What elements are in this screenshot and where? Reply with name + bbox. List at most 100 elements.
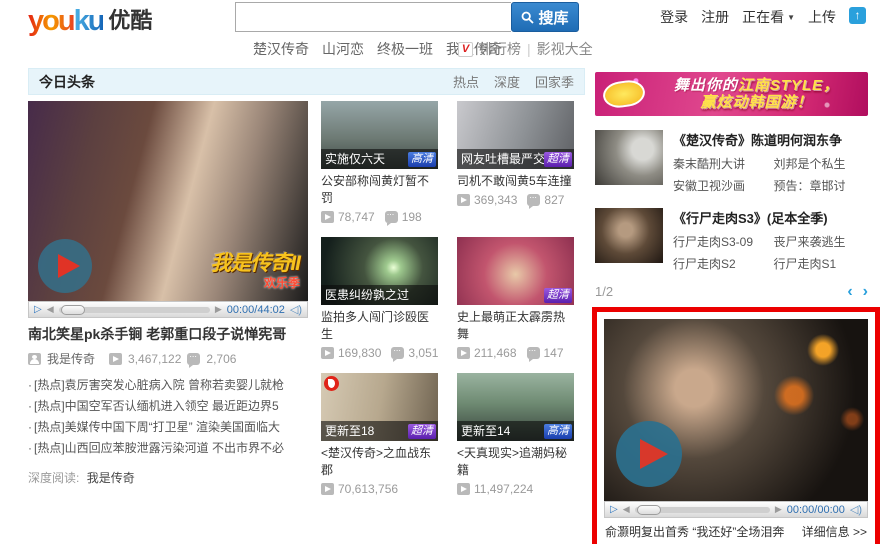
feature-title[interactable]: 南北笑星pk杀手锏 老郭重口段子说惮宪哥: [28, 324, 308, 344]
ranking-link[interactable]: 排行榜: [479, 39, 521, 59]
tab-homecoming[interactable]: 回家季: [535, 72, 574, 91]
play-icon[interactable]: ▷: [610, 504, 618, 515]
video-thumbnail[interactable]: 超清: [457, 237, 574, 305]
keyword-link[interactable]: 终极一班: [377, 39, 433, 59]
uploader-icon: [28, 352, 41, 365]
show-thumbnail[interactable]: [595, 130, 663, 185]
play-count-icon: [321, 483, 334, 495]
play-count-icon: [321, 211, 334, 223]
prev-page-icon[interactable]: ‹: [847, 283, 852, 299]
ad-line1-highlight: 江南STYLE，: [737, 77, 840, 94]
tab-hot[interactable]: 热点: [453, 72, 479, 91]
upload-link[interactable]: 上传: [808, 7, 836, 27]
news-item[interactable]: · [热点]美媒传中国下周“打卫星” 渲染美国面临大: [28, 417, 308, 438]
main-content: 今日头条 热点 深度 回家季 我是传奇II 欢乐季 ▷ ◀ ▶ 00:00/44…: [0, 62, 892, 544]
page-indicator: 1/2: [595, 284, 614, 299]
quality-badge: 高清: [544, 424, 572, 439]
play-count: 369,343: [474, 193, 518, 207]
play-icon[interactable]: ▷: [34, 304, 42, 315]
ad-banner[interactable]: 舞出你的江南STYLE， 赢炫动韩国游！: [595, 72, 868, 116]
show-link[interactable]: 安徽卫视沙画: [673, 177, 768, 194]
show-thumbnail[interactable]: [595, 208, 663, 263]
video-card: 医患纠纷孰之过 监拍多人闯门诊殴医生 169,830 3,051: [321, 237, 438, 362]
thumbnail-caption: 医患纠纷孰之过: [321, 285, 438, 305]
register-link[interactable]: 注册: [701, 7, 729, 27]
video-thumbnail[interactable]: 医患纠纷孰之过: [321, 237, 438, 305]
feature-stats: 我是传奇 3,467,122 2,706: [28, 349, 308, 368]
seek-handle[interactable]: [636, 504, 661, 515]
seek-bar[interactable]: [58, 304, 210, 315]
keyword-link[interactable]: 山河恋: [322, 39, 364, 59]
divider: |: [527, 41, 531, 57]
ranking-icon: V: [458, 41, 473, 57]
show-title[interactable]: 《楚汉传奇》陈道明何润东争: [673, 130, 868, 149]
search-input[interactable]: [235, 2, 511, 32]
video-title[interactable]: <楚汉传奇>之血战东郡: [321, 445, 438, 479]
feature-thumbnail[interactable]: 我是传奇II 欢乐季: [28, 101, 308, 301]
show-link[interactable]: 刘邦是个私生: [774, 155, 869, 172]
watching-dropdown[interactable]: 正在看 ▼: [742, 7, 795, 27]
ad-line1-prefix: 舞出你的: [673, 77, 738, 94]
show-link[interactable]: 行尸走肉S1: [774, 255, 869, 272]
news-item[interactable]: · [热点]山西回应苯胺泄露污染河道 不出市界不必: [28, 438, 308, 459]
keyword-link[interactable]: 楚汉传奇: [253, 39, 309, 59]
video-stats: 78,747 198: [321, 207, 438, 226]
user-menu: 登录 注册 正在看 ▼ 上传 ↑: [660, 7, 866, 27]
tab-depth[interactable]: 深度: [494, 72, 520, 91]
show-link[interactable]: 丧尸来袭逃生: [774, 233, 869, 250]
login-link[interactable]: 登录: [660, 7, 688, 27]
news-item[interactable]: · [热点]中国空军否认缅机进入领空 最近距边界5: [28, 396, 308, 417]
video-thumbnail[interactable]: 网友吐槽最严交规 超清: [457, 101, 574, 169]
play-count: 211,468: [474, 346, 517, 360]
seek-arrow-icon: ▶: [214, 304, 222, 314]
seek-bar[interactable]: [634, 504, 770, 515]
video-stats: 369,343 827: [457, 190, 574, 209]
video-thumbnail[interactable]: 更新至18 超清: [321, 373, 438, 441]
video-title[interactable]: 监拍多人闯门诊殴医生: [321, 309, 438, 343]
time-display: 00:00/00:00: [786, 503, 845, 516]
video-title[interactable]: <天真现实>追潮妈秘籍: [457, 445, 574, 479]
search-icon: [522, 11, 535, 24]
promo-caption-text[interactable]: 俞灏明复出首秀 “我还好”全场泪奔: [605, 523, 784, 540]
show-link[interactable]: 预告：章邯讨: [774, 177, 869, 194]
comment-count: 827: [544, 193, 565, 207]
search-button[interactable]: 搜库: [511, 2, 579, 32]
video-card: 实施仅六天 高清 公安部称闯黄灯暂不罚 78,747 198: [321, 101, 438, 226]
quick-links: V 排行榜 | 影视大全: [458, 39, 593, 59]
show-title[interactable]: 《行尸走肉S3》(足本全季): [673, 208, 868, 227]
video-card: 网友吐槽最严交规 超清 司机不敢闯黄5车连撞 369,343 827: [457, 101, 574, 224]
next-page-icon[interactable]: ›: [863, 283, 868, 299]
show-logo-subtext: 欢乐季: [263, 276, 300, 290]
youku-logo[interactable]: youku 优酷: [28, 3, 152, 38]
video-thumbnail[interactable]: 实施仅六天 高清: [321, 101, 438, 169]
time-display: 00:00/44:02: [226, 303, 285, 316]
comment-icon: [187, 349, 201, 368]
video-title[interactable]: 司机不敢闯黄5车连撞: [457, 173, 574, 190]
promo-caption: 俞灏明复出首秀 “我还好”全场泪奔 详细信息 >>: [604, 518, 868, 542]
step-icon[interactable]: ◀: [623, 504, 630, 515]
show-link[interactable]: 行尸走肉S3-09: [673, 233, 768, 250]
video-title[interactable]: 公安部称闯黄灯暂不罚: [321, 173, 438, 207]
header: youku 优酷 搜库 楚汉传奇 山河恋 终极一班 我是传奇 V 排行榜 | 影视…: [0, 0, 892, 62]
uploader-name[interactable]: 我是传奇: [47, 350, 95, 367]
hot-news-list: · [热点]袁厉害突发心脏病入院 曾称若卖婴儿就枪 · [热点]中国空军否认缅机进入…: [28, 375, 308, 459]
movies-link[interactable]: 影视大全: [537, 39, 593, 59]
deep-read-link[interactable]: 我是传奇: [87, 471, 135, 485]
play-button[interactable]: [38, 239, 92, 293]
step-icon[interactable]: ◀: [47, 304, 54, 315]
bullet: ·: [28, 420, 32, 434]
video-title[interactable]: 史上最萌正太霹雳热舞: [457, 309, 574, 343]
upload-icon[interactable]: ↑: [849, 7, 866, 24]
details-link[interactable]: 详细信息 >>: [802, 523, 867, 540]
volume-icon[interactable]: ◁): [290, 303, 302, 316]
video-thumbnail[interactable]: 更新至14 高清: [457, 373, 574, 441]
seek-handle[interactable]: [60, 304, 85, 315]
sidebar-pager: 1/2 ‹ ›: [595, 283, 868, 299]
show-link[interactable]: 行尸走肉S2: [673, 255, 768, 272]
news-item[interactable]: · [热点]袁厉害突发心脏病入院 曾称若卖婴儿就枪: [28, 375, 308, 396]
play-button[interactable]: [616, 421, 682, 487]
promo-thumbnail[interactable]: [604, 319, 868, 501]
show-links: 行尸走肉S3-09 丧尸来袭逃生 行尸走肉S2 行尸走肉S1: [673, 233, 868, 272]
show-link[interactable]: 秦末酷刑大讲: [673, 155, 768, 172]
volume-icon[interactable]: ◁): [850, 503, 862, 516]
